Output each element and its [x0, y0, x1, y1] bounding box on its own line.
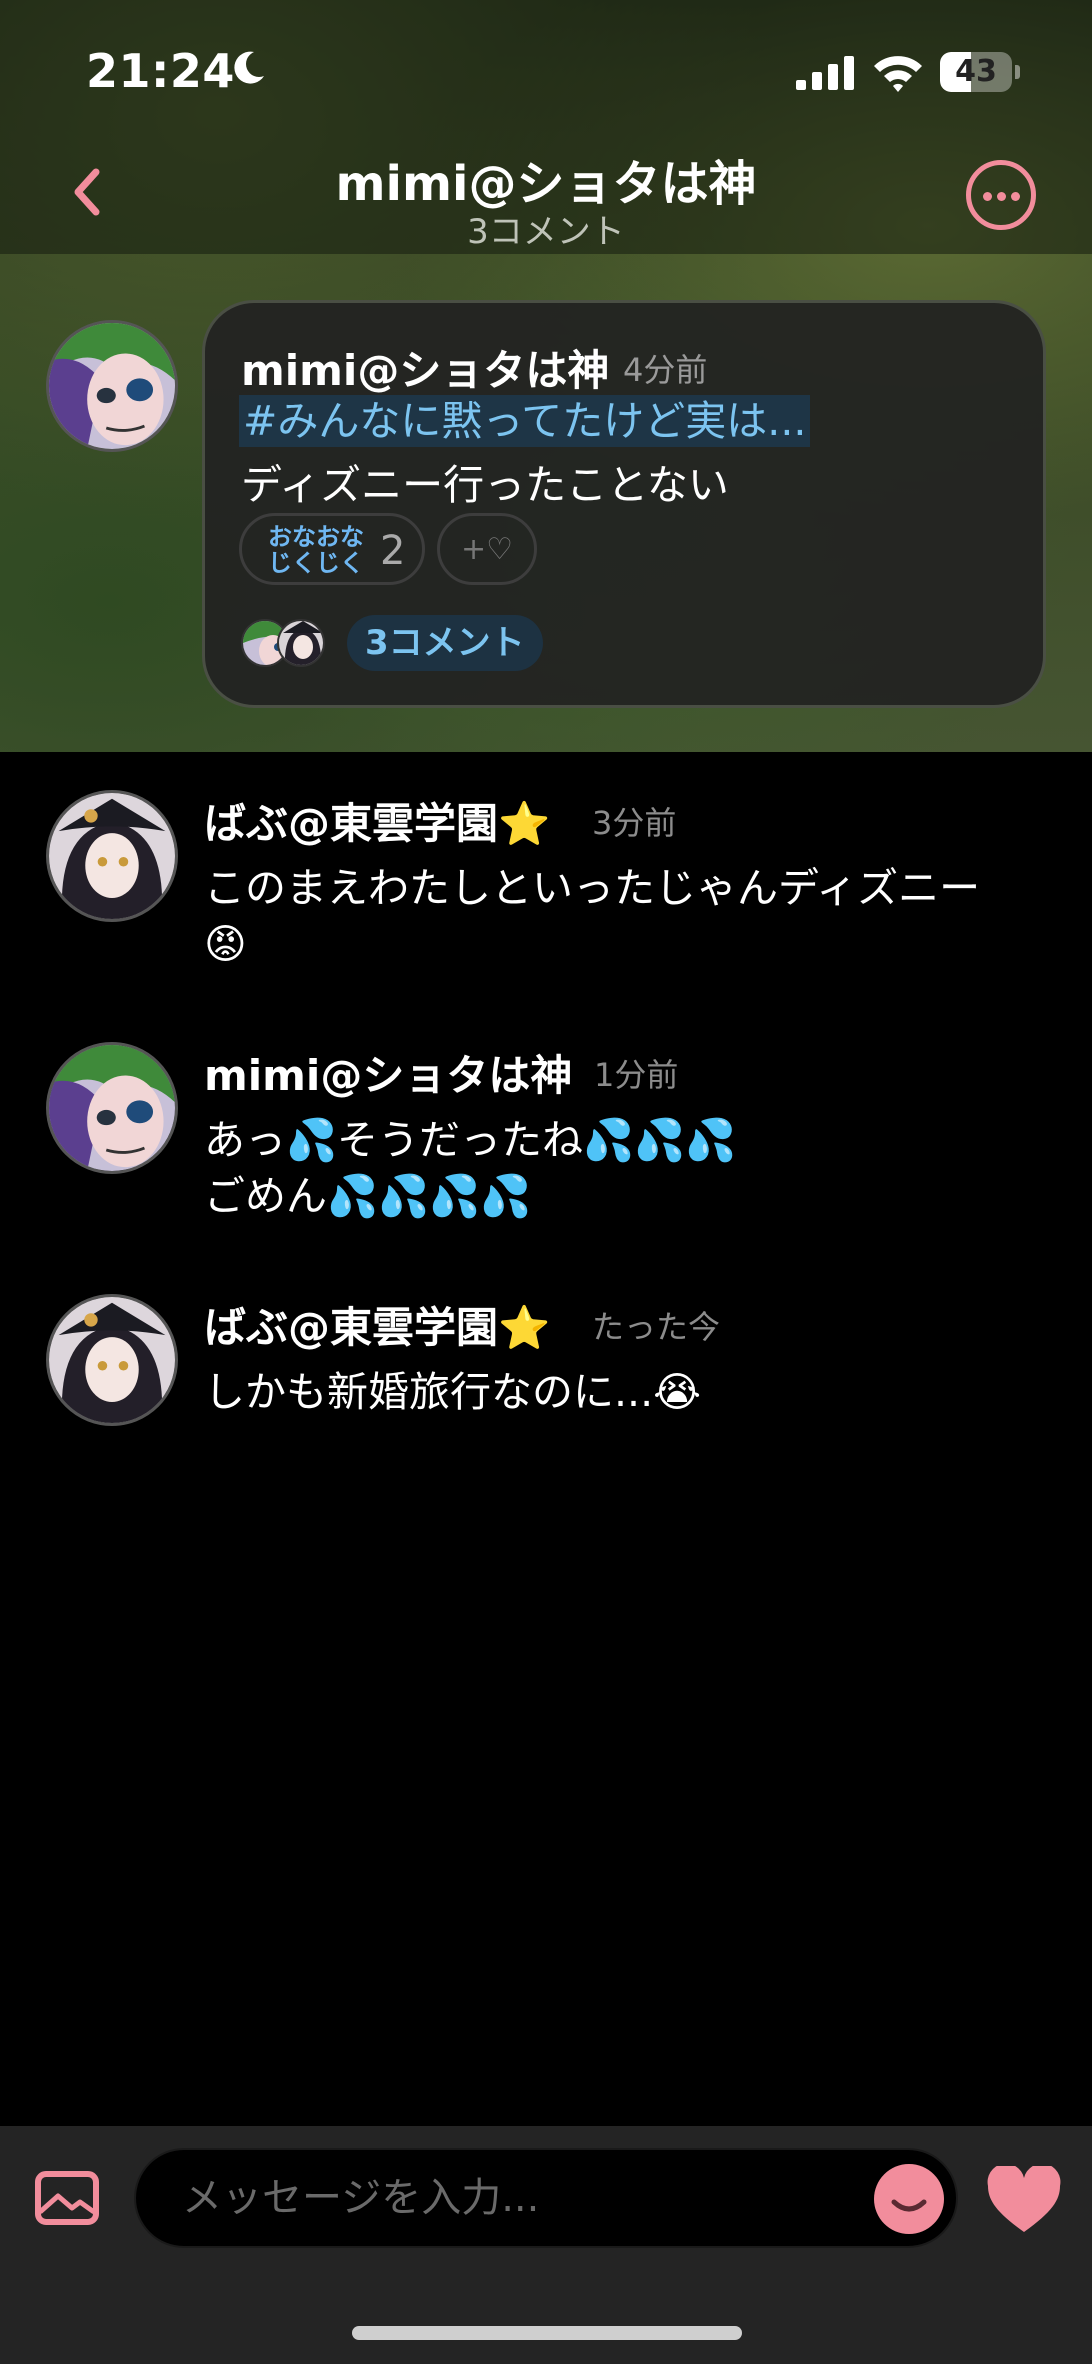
comment-item: ばぶ@東雲学園⭐ 3分前 このまえわたしといったじゃんディズニー 😡 — [0, 790, 1092, 990]
post-hashtag[interactable]: #みんなに黙ってたけど実は... — [239, 395, 811, 447]
avatar-mimi-image — [49, 323, 175, 449]
comment-text: しかも新婚旅行なのに...😭 — [204, 1368, 702, 1416]
comment-author-name[interactable]: ばぶ@東雲学園⭐ — [204, 790, 550, 851]
reaction-label: おなおな じくじく — [268, 523, 364, 577]
battery-level: 43 — [955, 54, 997, 89]
reaction-count: 2 — [380, 528, 406, 574]
avatar-babu-image — [49, 1297, 175, 1423]
comment-text: あっ💦そうだったね💦💦💦 ごめん💦💦💦💦 — [204, 1116, 737, 1220]
post-card[interactable]: mimi@ショタは神 4分前 #みんなに黙ってたけど実は... ディズニー行った… — [202, 300, 1046, 708]
battery-icon: 43 — [940, 52, 1020, 92]
emoji-icon[interactable] — [874, 2164, 944, 2234]
post-timestamp: 4分前 — [623, 351, 708, 389]
avatar[interactable] — [46, 320, 178, 452]
post-author-name[interactable]: mimi@ショタは神 — [241, 337, 609, 398]
image-attach-icon[interactable] — [34, 2170, 100, 2226]
comment-item: mimi@ショタは神 1分前 あっ💦そうだったね💦💦💦 ごめん💦💦💦💦 — [0, 1042, 1092, 1242]
add-reaction-button[interactable]: +♡ — [437, 513, 537, 585]
comment-timestamp: たった今 — [592, 1308, 721, 1346]
avatar — [277, 619, 325, 667]
heart-icon[interactable] — [986, 2166, 1062, 2234]
cellular-signal-icon — [796, 56, 854, 90]
post-body-text: ディズニー行ったことない — [241, 461, 729, 509]
comment-count-button[interactable]: 3コメント — [347, 615, 543, 671]
avatar-mimi-image — [49, 1045, 175, 1171]
comment-item: ばぶ@東雲学園⭐ たった今 しかも新婚旅行なのに...😭 — [0, 1294, 1092, 1454]
avatar[interactable] — [46, 790, 178, 922]
home-indicator — [352, 2326, 742, 2340]
comment-timestamp: 1分前 — [594, 1056, 679, 1094]
status-bar: 21:24 43 — [0, 0, 1092, 140]
status-time: 21:24 — [86, 44, 235, 98]
comment-text: このまえわたしといったじゃんディズニー 😡 — [204, 864, 981, 968]
avatar[interactable] — [46, 1294, 178, 1426]
comment-author-name[interactable]: mimi@ショタは神 — [204, 1042, 572, 1103]
page-subtitle: 3コメント — [467, 212, 625, 252]
message-input[interactable] — [182, 2150, 862, 2246]
wifi-icon — [874, 56, 922, 92]
nav-header: mimi@ショタは神 3コメント — [0, 140, 1092, 254]
comment-timestamp: 3分前 — [592, 804, 677, 842]
moon-icon — [234, 51, 264, 84]
more-options-icon[interactable] — [966, 160, 1036, 230]
commenter-avatars — [241, 619, 331, 669]
avatar[interactable] — [46, 1042, 178, 1174]
message-field[interactable] — [134, 2148, 958, 2248]
reaction-chip[interactable]: おなおな じくじく 2 — [239, 513, 425, 585]
avatar-babu-image — [49, 793, 175, 919]
add-reaction-label: +♡ — [460, 532, 514, 567]
comment-author-name[interactable]: ばぶ@東雲学園⭐ — [204, 1294, 550, 1355]
